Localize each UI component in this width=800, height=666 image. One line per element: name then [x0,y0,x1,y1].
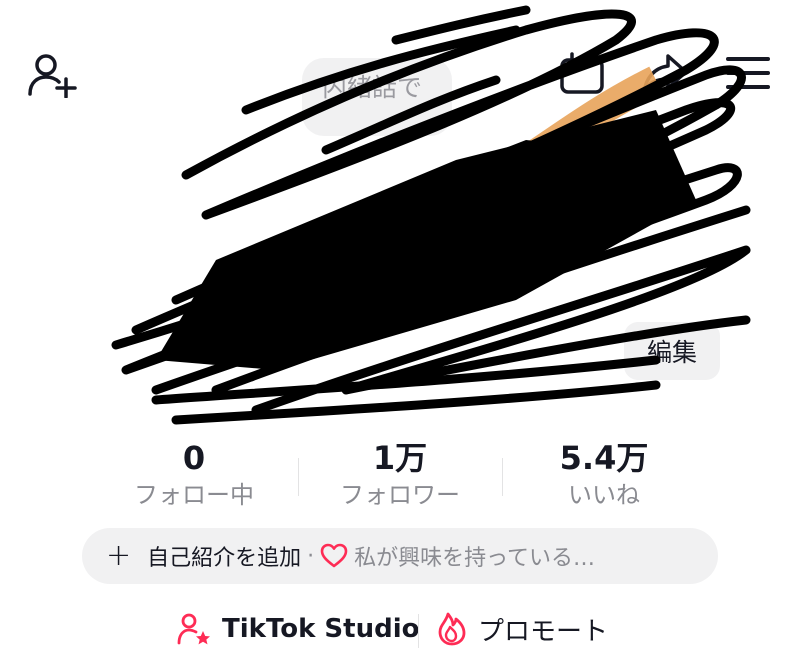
following-count: 0 [182,439,206,477]
following-label: フォロー中 [134,481,254,509]
stat-divider [502,458,503,496]
promote-button[interactable]: プロモート [436,606,608,652]
stat-following[interactable]: 0 フォロー中 [94,438,294,512]
likes-label: いいね [568,481,640,509]
followers-count: 1万 [372,439,428,477]
add-bio-label: 自己紹介を追加 [147,546,302,571]
plus-icon: + [106,538,132,573]
flame-icon [438,612,466,646]
followers-label: フォロワー [340,481,460,509]
stat-likes[interactable]: 5.4万 いいね [504,438,704,512]
tiktok-studio-label: TikTok Studio [222,614,420,644]
stat-divider [298,458,299,496]
promote-label: プロモート [478,616,609,647]
add-friend-icon [28,54,77,98]
scribble-redaction [111,5,751,425]
interests-label: 私が興味を持っている… [354,546,596,571]
bio-separator: · [307,543,315,569]
heart-icon [320,543,348,569]
tiktok-studio-button[interactable]: TikTok Studio [176,606,419,652]
stat-followers[interactable]: 1万 フォロワー [300,438,500,512]
likes-count: 5.4万 [559,439,649,477]
bio-pill[interactable]: + 自己紹介を追加 · 私が興味を持っている… [82,528,718,584]
action-divider [418,614,419,648]
add-friend-button[interactable] [26,50,80,98]
person-star-icon [177,613,210,645]
